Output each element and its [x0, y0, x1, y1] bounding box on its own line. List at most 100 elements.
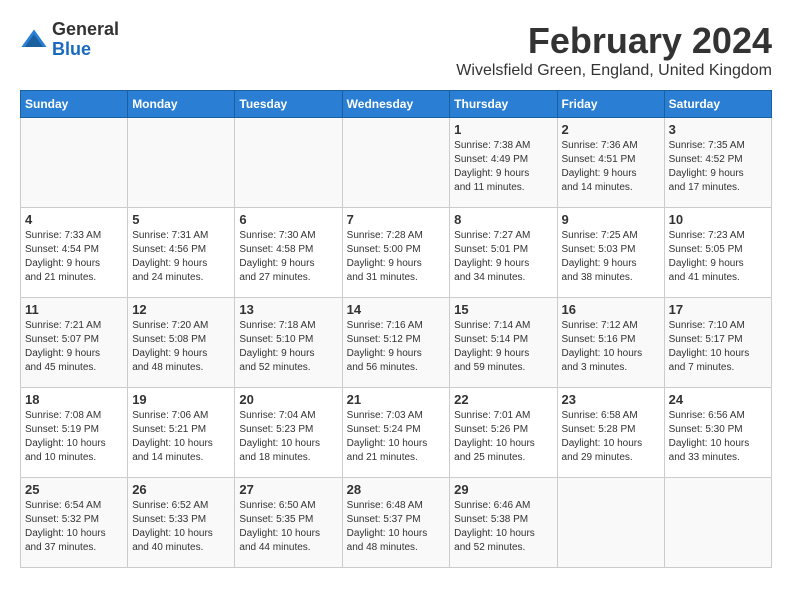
day-number: 13 [239, 302, 337, 317]
cell-week2-day6: 10 Sunrise: 7:23 AM Sunset: 5:05 PM Dayli… [664, 208, 771, 298]
cell-week1-day0 [21, 118, 128, 208]
header-wednesday: Wednesday [342, 91, 450, 118]
cell-week1-day4: 1 Sunrise: 7:38 AM Sunset: 4:49 PM Daylig… [450, 118, 557, 208]
cell-week5-day3: 28Sunrise: 6:48 AM Sunset: 5:37 PM Dayli… [342, 478, 450, 568]
header-monday: Monday [128, 91, 235, 118]
day-info: Sunrise: 7:30 AM Sunset: 4:58 PM Dayligh… [239, 229, 337, 285]
cell-week4-day3: 21 Sunrise: 7:03 AM Sunset: 5:24 PM Dayli… [342, 388, 450, 478]
day-info: Sunrise: 6:56 AM Sunset: 5:30 PM Dayligh… [669, 409, 767, 465]
day-number: 16 [562, 302, 660, 317]
cell-week5-day5 [557, 478, 664, 568]
week-row-5: 25 Sunrise: 6:54 AM Sunset: 5:32 PM Dayli… [21, 478, 772, 568]
day-number: 15 [454, 302, 552, 317]
day-info: Sunrise: 7:18 AM Sunset: 5:10 PM Dayligh… [239, 319, 337, 375]
header-saturday: Saturday [664, 91, 771, 118]
day-number: 20 [239, 392, 337, 407]
day-number: 2 [562, 122, 660, 137]
cell-week4-day2: 20 Sunrise: 7:04 AM Sunset: 5:23 PM Dayli… [235, 388, 342, 478]
day-info: Sunrise: 7:25 AM Sunset: 5:03 PM Dayligh… [562, 229, 660, 285]
header-friday: Friday [557, 91, 664, 118]
cell-week3-day3: 14 Sunrise: 7:16 AM Sunset: 5:12 PM Dayli… [342, 298, 450, 388]
day-info: Sunrise: 7:23 AM Sunset: 5:05 PM Dayligh… [669, 229, 767, 285]
cell-week3-day4: 15 Sunrise: 7:14 AM Sunset: 5:14 PM Dayli… [450, 298, 557, 388]
cell-week1-day6: 3Sunrise: 7:35 AM Sunset: 4:52 PM Daylig… [664, 118, 771, 208]
day-number: 4 [25, 212, 123, 227]
day-number: 10 [669, 212, 767, 227]
calendar-body: 1 Sunrise: 7:38 AM Sunset: 4:49 PM Daylig… [21, 118, 772, 568]
day-number: 24 [669, 392, 767, 407]
day-number: 1 [454, 122, 552, 137]
header-sunday: Sunday [21, 91, 128, 118]
day-info: Sunrise: 6:54 AM Sunset: 5:32 PM Dayligh… [25, 499, 123, 555]
cell-week4-day6: 24 Sunrise: 6:56 AM Sunset: 5:30 PM Dayli… [664, 388, 771, 478]
cell-week4-day0: 18 Sunrise: 7:08 AM Sunset: 5:19 PM Dayli… [21, 388, 128, 478]
day-number: 8 [454, 212, 552, 227]
week-row-1: 1 Sunrise: 7:38 AM Sunset: 4:49 PM Daylig… [21, 118, 772, 208]
calendar-header: Sunday Monday Tuesday Wednesday Thursday… [21, 91, 772, 118]
cell-week2-day4: 8Sunrise: 7:27 AM Sunset: 5:01 PM Daylig… [450, 208, 557, 298]
day-info: Sunrise: 7:21 AM Sunset: 5:07 PM Dayligh… [25, 319, 123, 375]
day-info: Sunrise: 7:03 AM Sunset: 5:24 PM Dayligh… [347, 409, 446, 465]
logo: General Blue [20, 20, 119, 60]
week-row-2: 4 Sunrise: 7:33 AM Sunset: 4:54 PM Daylig… [21, 208, 772, 298]
calendar-table: Sunday Monday Tuesday Wednesday Thursday… [20, 90, 772, 568]
day-info: Sunrise: 7:04 AM Sunset: 5:23 PM Dayligh… [239, 409, 337, 465]
location-title: Wivelsfield Green, England, United Kingd… [456, 62, 772, 80]
logo-icon [20, 26, 48, 54]
cell-week2-day2: 6 Sunrise: 7:30 AM Sunset: 4:58 PM Daylig… [235, 208, 342, 298]
week-row-4: 18 Sunrise: 7:08 AM Sunset: 5:19 PM Dayli… [21, 388, 772, 478]
day-number: 3 [669, 122, 767, 137]
cell-week4-day1: 19 Sunrise: 7:06 AM Sunset: 5:21 PM Dayli… [128, 388, 235, 478]
day-number: 22 [454, 392, 552, 407]
cell-week5-day4: 29 Sunrise: 6:46 AM Sunset: 5:38 PM Dayli… [450, 478, 557, 568]
day-info: Sunrise: 7:12 AM Sunset: 5:16 PM Dayligh… [562, 319, 660, 375]
day-info: Sunrise: 7:06 AM Sunset: 5:21 PM Dayligh… [132, 409, 230, 465]
day-number: 29 [454, 482, 552, 497]
day-info: Sunrise: 7:14 AM Sunset: 5:14 PM Dayligh… [454, 319, 552, 375]
header-row: Sunday Monday Tuesday Wednesday Thursday… [21, 91, 772, 118]
header-tuesday: Tuesday [235, 91, 342, 118]
cell-week1-day3 [342, 118, 450, 208]
cell-week3-day0: 11 Sunrise: 7:21 AM Sunset: 5:07 PM Dayli… [21, 298, 128, 388]
cell-week2-day3: 7Sunrise: 7:28 AM Sunset: 5:00 PM Daylig… [342, 208, 450, 298]
day-info: Sunrise: 6:46 AM Sunset: 5:38 PM Dayligh… [454, 499, 552, 555]
day-number: 19 [132, 392, 230, 407]
day-info: Sunrise: 7:16 AM Sunset: 5:12 PM Dayligh… [347, 319, 446, 375]
cell-week2-day0: 4 Sunrise: 7:33 AM Sunset: 4:54 PM Daylig… [21, 208, 128, 298]
cell-week2-day5: 9 Sunrise: 7:25 AM Sunset: 5:03 PM Daylig… [557, 208, 664, 298]
day-info: Sunrise: 7:38 AM Sunset: 4:49 PM Dayligh… [454, 139, 552, 195]
day-number: 6 [239, 212, 337, 227]
cell-week3-day2: 13 Sunrise: 7:18 AM Sunset: 5:10 PM Dayli… [235, 298, 342, 388]
day-info: Sunrise: 7:08 AM Sunset: 5:19 PM Dayligh… [25, 409, 123, 465]
day-info: Sunrise: 7:28 AM Sunset: 5:00 PM Dayligh… [347, 229, 446, 285]
day-info: Sunrise: 7:31 AM Sunset: 4:56 PM Dayligh… [132, 229, 230, 285]
page-header: General Blue February 2024 Wivelsfield G… [20, 20, 772, 80]
day-number: 12 [132, 302, 230, 317]
day-number: 26 [132, 482, 230, 497]
day-number: 21 [347, 392, 446, 407]
day-number: 9 [562, 212, 660, 227]
day-number: 23 [562, 392, 660, 407]
day-number: 18 [25, 392, 123, 407]
day-info: Sunrise: 7:36 AM Sunset: 4:51 PM Dayligh… [562, 139, 660, 195]
cell-week1-day5: 2 Sunrise: 7:36 AM Sunset: 4:51 PM Daylig… [557, 118, 664, 208]
cell-week5-day2: 27Sunrise: 6:50 AM Sunset: 5:35 PM Dayli… [235, 478, 342, 568]
cell-week3-day5: 16 Sunrise: 7:12 AM Sunset: 5:16 PM Dayli… [557, 298, 664, 388]
day-info: Sunrise: 6:50 AM Sunset: 5:35 PM Dayligh… [239, 499, 337, 555]
day-number: 25 [25, 482, 123, 497]
day-info: Sunrise: 6:58 AM Sunset: 5:28 PM Dayligh… [562, 409, 660, 465]
cell-week5-day1: 26Sunrise: 6:52 AM Sunset: 5:33 PM Dayli… [128, 478, 235, 568]
day-info: Sunrise: 7:33 AM Sunset: 4:54 PM Dayligh… [25, 229, 123, 285]
month-year-title: February 2024 [456, 20, 772, 62]
day-number: 11 [25, 302, 123, 317]
day-info: Sunrise: 7:20 AM Sunset: 5:08 PM Dayligh… [132, 319, 230, 375]
day-number: 14 [347, 302, 446, 317]
day-number: 5 [132, 212, 230, 227]
cell-week3-day6: 17Sunrise: 7:10 AM Sunset: 5:17 PM Dayli… [664, 298, 771, 388]
day-number: 28 [347, 482, 446, 497]
title-section: February 2024 Wivelsfield Green, England… [456, 20, 772, 80]
header-thursday: Thursday [450, 91, 557, 118]
week-row-3: 11 Sunrise: 7:21 AM Sunset: 5:07 PM Dayli… [21, 298, 772, 388]
cell-week1-day2 [235, 118, 342, 208]
cell-week1-day1 [128, 118, 235, 208]
